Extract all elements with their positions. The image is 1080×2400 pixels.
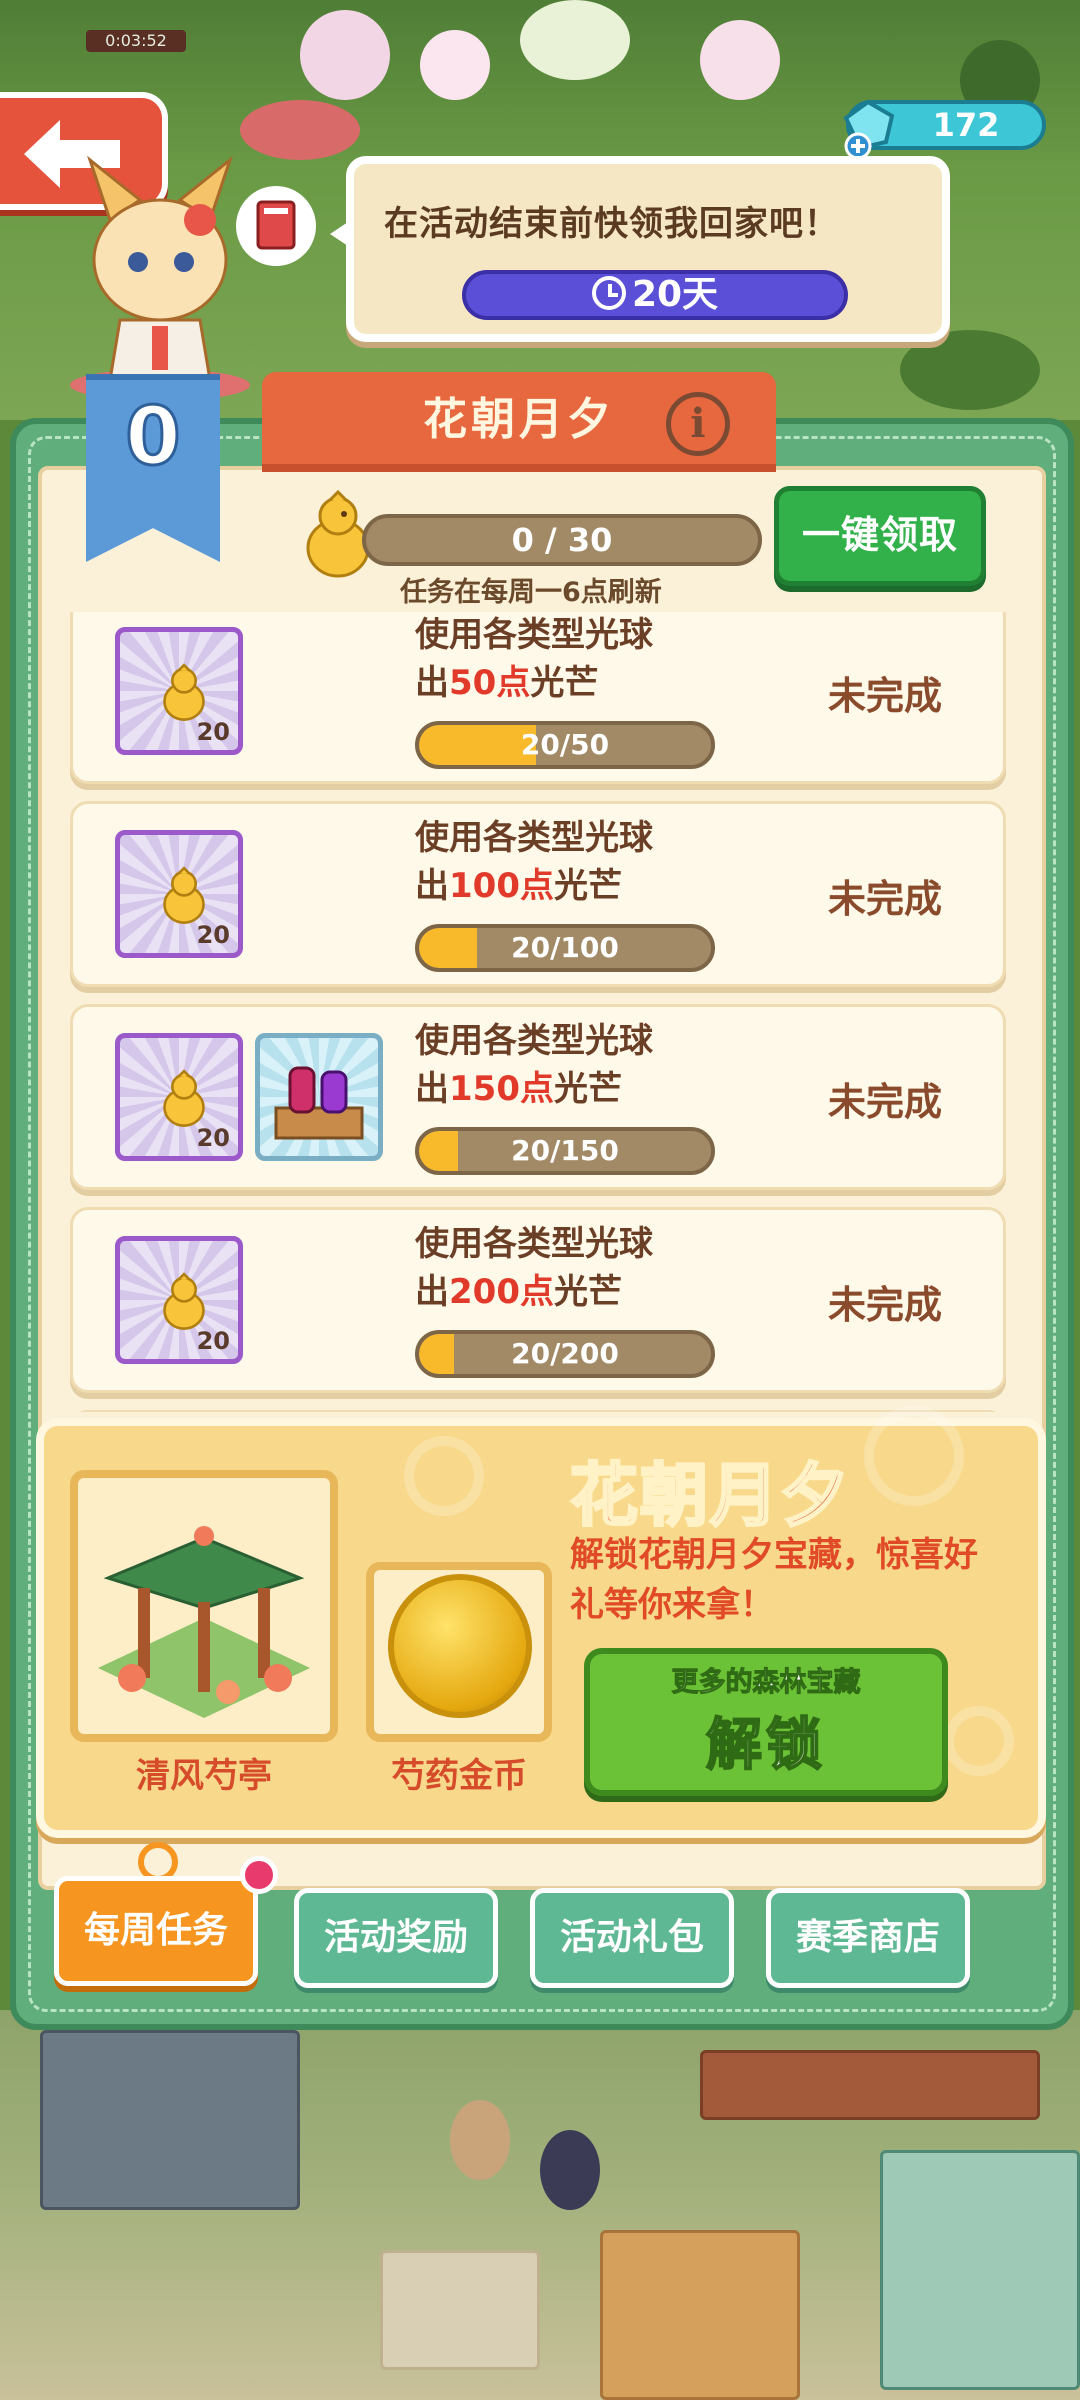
potion-crate-icon[interactable] — [255, 1033, 383, 1161]
task-description: 使用各类型光球 出200点光芒 — [415, 1224, 653, 1312]
task-progress-bar: 20/200 — [415, 1330, 715, 1378]
refresh-note: 任务在每周一6点刷新 — [400, 577, 662, 608]
task-row[interactable] — [70, 1410, 1006, 1412]
reward-quantity: 20 — [196, 1124, 230, 1152]
task-description: 使用各类型光球 出100点光芒 — [415, 818, 653, 906]
task-list[interactable]: 20 使用各类型光球 出50点光芒 20/50 未完成 20 使用各类型光球 出100点光芒 2… — [70, 612, 1008, 1412]
notification-dot — [240, 1856, 278, 1894]
pavilion-reward-card[interactable] — [70, 1470, 338, 1742]
task-description: 使用各类型光球 出50点光芒 — [415, 615, 653, 703]
pavilion-icon — [98, 1526, 310, 1718]
treasure-title: 花朝月夕 — [568, 1456, 851, 1538]
level-number: 0 — [124, 389, 183, 485]
task-status: 未完成 — [827, 1283, 942, 1327]
claim-all-button[interactable]: 一键领取 — [774, 486, 986, 586]
unlock-label: 解锁 — [705, 1712, 826, 1779]
task-status: 未完成 — [827, 877, 942, 921]
info-icon[interactable]: i — [666, 392, 730, 456]
reward-quantity: 20 — [196, 921, 230, 949]
chick-reward-icon[interactable]: 20 — [115, 1236, 243, 1364]
reward-quantity: 20 — [196, 1327, 230, 1355]
clock-icon — [591, 276, 626, 310]
pavilion-label: 清风芍亭 — [136, 1756, 272, 1796]
mascot-character — [70, 155, 250, 400]
book-bubble[interactable] — [236, 186, 316, 266]
task-row[interactable]: 20 使用各类型光球 出200点光芒 20/200 未完成 — [70, 1207, 1006, 1393]
chick-reward-icon[interactable]: 20 — [115, 627, 243, 755]
task-progress-bar: 20/150 — [415, 1127, 715, 1175]
peony-coin-icon — [388, 1574, 532, 1718]
reward-quantity: 20 — [196, 718, 230, 746]
task-row[interactable]: 20 使用各类型光球 出50点光芒 20/50 未完成 — [70, 612, 1006, 784]
task-status: 未完成 — [827, 674, 942, 718]
chick-reward-icon[interactable]: 20 — [115, 1033, 243, 1161]
speech-text: 在活动结束前快领我回家吧！ — [384, 204, 839, 244]
task-progress-bar: 20/50 — [415, 721, 715, 769]
days-remaining-text: 20天 — [631, 274, 719, 315]
task-status: 未完成 — [827, 1080, 942, 1124]
game-scene-bottom — [0, 2010, 1080, 2400]
chick-reward-icon[interactable]: 20 — [115, 830, 243, 958]
days-remaining-pill: 20天 — [462, 270, 848, 320]
tab-event-rewards[interactable]: 活动奖励 — [294, 1888, 498, 1988]
tab-weekly-tasks[interactable]: 每周任务 — [54, 1876, 258, 1986]
gem-add-icon[interactable] — [836, 96, 900, 160]
tab-season-shop[interactable]: 赛季商店 — [766, 1888, 970, 1988]
coin-label: 芍药金币 — [391, 1756, 527, 1796]
weekly-progress-bar: 0 / 30 — [362, 514, 762, 566]
book-icon — [256, 200, 296, 250]
task-description: 使用各类型光球 出150点光芒 — [415, 1021, 653, 1109]
tab-event-packs[interactable]: 活动礼包 — [530, 1888, 734, 1988]
task-progress-bar: 20/100 — [415, 924, 715, 972]
treasure-description: 解锁花朝月夕宝藏，惊喜好礼等你来拿！ — [570, 1535, 978, 1625]
unlock-subtitle: 更多的森林宝藏 — [671, 1667, 861, 1699]
task-row[interactable]: 20 使用各类型光球 出150点光芒 20/150 未完成 — [70, 1004, 1006, 1190]
task-row[interactable]: 20 使用各类型光球 出100点光芒 20/100 未完成 — [70, 801, 1006, 987]
event-timer-small: 0:03:52 — [86, 30, 186, 52]
